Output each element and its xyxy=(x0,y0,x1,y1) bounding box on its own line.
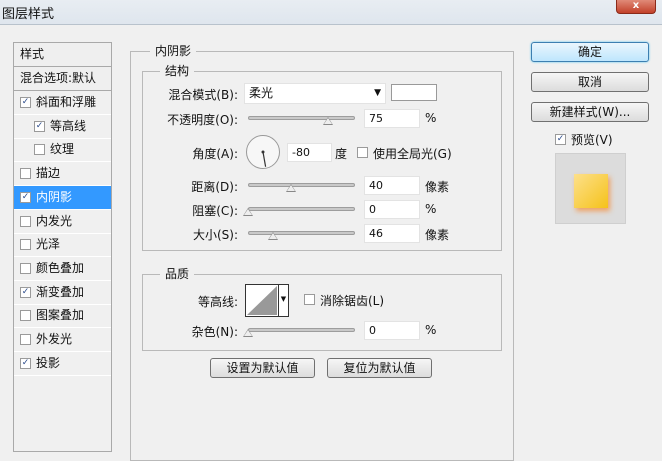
style-item[interactable]: 纹理 xyxy=(14,138,111,163)
size-unit: 像素 xyxy=(425,228,450,242)
angle-label: 角度(A): xyxy=(192,147,238,161)
style-item-label: 描边 xyxy=(36,166,61,181)
window-title: 图层样式 xyxy=(2,7,55,22)
style-checkbox[interactable] xyxy=(34,144,45,156)
style-item[interactable]: 描边 xyxy=(14,162,111,187)
chevron-down-icon: ▼ xyxy=(278,285,288,316)
opacity-slider-thumb[interactable] xyxy=(323,117,334,125)
style-item-label: 颜色叠加 xyxy=(36,260,85,275)
style-item-label: 内发光 xyxy=(36,213,73,228)
style-checkbox[interactable] xyxy=(20,334,31,345)
group-title: 内阴影 xyxy=(150,42,197,59)
noise-slider-thumb[interactable] xyxy=(243,329,253,337)
noise-label: 杂色(N): xyxy=(191,325,238,339)
cancel-button[interactable]: 取消 xyxy=(531,72,649,92)
blend-mode-select[interactable]: 柔光 ▼ xyxy=(244,83,386,104)
style-item[interactable]: ✓ 等高线 xyxy=(14,115,111,139)
style-item-label: 斜面和浮雕 xyxy=(36,95,97,109)
close-button[interactable]: x xyxy=(616,0,656,14)
contour-label: 等高线: xyxy=(197,295,238,309)
style-checkbox[interactable] xyxy=(20,215,31,227)
opacity-label: 不透明度(O): xyxy=(167,113,238,127)
style-item[interactable]: ✓ 内阴影 xyxy=(14,185,111,210)
opacity-unit: % xyxy=(425,111,437,125)
angle-dial[interactable] xyxy=(245,134,281,170)
size-input[interactable]: 46 xyxy=(364,224,420,243)
shadow-color-swatch[interactable] xyxy=(391,84,437,101)
distance-input[interactable]: 40 xyxy=(364,176,420,195)
noise-unit: % xyxy=(425,323,437,337)
styles-header[interactable]: 样式 xyxy=(14,43,111,67)
style-item-label: 纹理 xyxy=(50,142,75,157)
blend-mode-label: 混合模式(B): xyxy=(168,88,238,102)
angle-unit: 度 xyxy=(335,147,348,161)
opacity-slider[interactable] xyxy=(248,116,355,120)
style-checkbox[interactable]: ✓ xyxy=(20,97,31,108)
style-checkbox[interactable]: ✓ xyxy=(34,120,45,132)
title-bar xyxy=(0,0,662,25)
style-checkbox[interactable]: ✓ xyxy=(20,191,31,203)
style-checkbox[interactable]: ✓ xyxy=(20,286,31,298)
style-item[interactable]: ✓ 投影 xyxy=(14,352,111,376)
contour-linear-icon xyxy=(247,286,277,315)
global-light-label: 使用全局光(G) xyxy=(373,147,452,161)
choke-slider-thumb[interactable] xyxy=(243,208,253,216)
preview-label: 预览(V) xyxy=(571,133,613,147)
choke-unit: % xyxy=(425,202,437,216)
opacity-input[interactable]: 75 xyxy=(364,109,420,128)
global-light-checkbox[interactable] xyxy=(357,147,368,158)
style-checkbox[interactable] xyxy=(20,262,31,274)
distance-slider-thumb[interactable] xyxy=(285,184,296,192)
structure-legend: 结构 xyxy=(160,62,195,79)
contour-picker[interactable]: ▼ xyxy=(245,284,289,317)
preview-checkbox[interactable]: ✓ xyxy=(555,134,566,145)
style-item-label: 渐变叠加 xyxy=(36,284,85,299)
choke-input[interactable]: 0 xyxy=(364,200,420,219)
style-item[interactable]: 光泽 xyxy=(14,233,111,258)
style-item-label: 投影 xyxy=(36,355,61,370)
style-item-label: 内阴影 xyxy=(36,189,73,204)
ok-button[interactable]: 确定 xyxy=(531,42,649,62)
anti-alias-label: 消除锯齿(L) xyxy=(320,294,385,308)
quality-legend: 品质 xyxy=(160,265,195,282)
style-item[interactable]: ✓ 渐变叠加 xyxy=(14,281,111,305)
preview-swatch xyxy=(574,174,608,208)
style-checkbox[interactable] xyxy=(20,310,31,322)
size-label: 大小(S): xyxy=(192,228,238,242)
distance-slider[interactable] xyxy=(248,183,355,187)
choke-slider[interactable] xyxy=(248,207,355,211)
style-item-label: 光泽 xyxy=(36,237,61,252)
anti-alias-checkbox[interactable] xyxy=(304,294,315,305)
styles-list: 样式 混合选项:默认 ✓ 斜面和浮雕 ✓ 等高线纹理描边 ✓ 内阴影内发光光泽颜色叠加 ✓ 渐… xyxy=(13,42,112,452)
angle-input[interactable]: -80 xyxy=(287,143,332,162)
blend-mode-value: 柔光 xyxy=(249,86,274,100)
style-preview xyxy=(555,153,626,224)
new-style-button[interactable]: 新建样式(W)... xyxy=(531,102,649,122)
style-item[interactable]: 图案叠加 xyxy=(14,304,111,329)
noise-input[interactable]: 0 xyxy=(364,321,420,340)
size-slider[interactable] xyxy=(248,231,355,235)
chevron-down-icon: ▼ xyxy=(374,88,381,98)
style-item-label: 外发光 xyxy=(36,332,73,346)
style-item-label: 图案叠加 xyxy=(36,308,85,323)
style-item[interactable]: 颜色叠加 xyxy=(14,257,111,281)
distance-label: 距离(D): xyxy=(191,180,238,194)
set-default-button[interactable]: 设置为默认值 xyxy=(210,358,315,378)
blend-options-item[interactable]: 混合选项:默认 xyxy=(14,67,111,91)
style-item-label: 等高线 xyxy=(50,118,87,133)
size-slider-thumb[interactable] xyxy=(267,232,278,240)
reset-default-button[interactable]: 复位为默认值 xyxy=(327,358,432,378)
style-checkbox[interactable] xyxy=(20,239,31,251)
distance-unit: 像素 xyxy=(425,180,450,194)
style-item[interactable]: 内发光 xyxy=(14,210,111,234)
style-item[interactable]: 外发光 xyxy=(14,328,111,352)
choke-label: 阻塞(C): xyxy=(192,204,238,218)
noise-slider[interactable] xyxy=(248,328,355,332)
style-item[interactable]: ✓ 斜面和浮雕 xyxy=(14,91,111,115)
style-checkbox[interactable] xyxy=(20,168,31,180)
style-checkbox[interactable]: ✓ xyxy=(20,357,31,369)
